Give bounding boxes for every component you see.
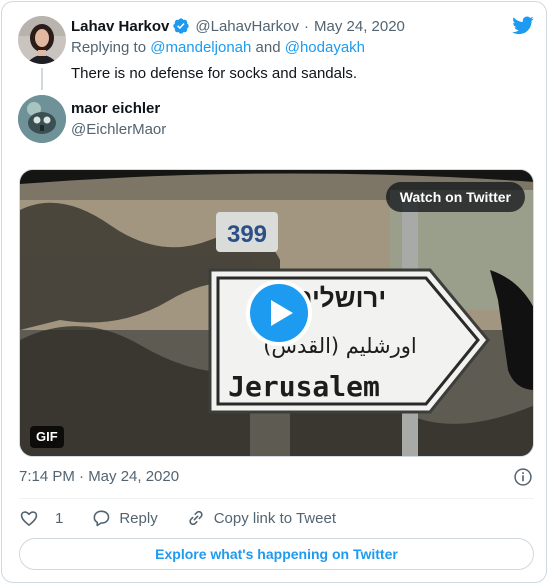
replying-to-line: Replying to @mandeljonah and @hodayakh [71,39,365,56]
tweet-date[interactable]: May 24, 2020 [314,18,405,35]
like-action[interactable]: 1 [19,508,63,528]
link-icon [189,510,203,526]
mention-mandeljonah[interactable]: @mandeljonah [150,39,251,56]
reply-label: Reply [119,509,158,527]
watch-on-twitter-button[interactable]: Watch on Twitter [385,182,525,212]
main-author-handle[interactable]: @EichlerMaor [71,121,166,138]
author-handle[interactable]: @LahavHarkov [195,18,299,35]
mention-hodayakh[interactable]: @hodayakh [285,39,365,56]
road-number-text: 399 [227,221,267,248]
embedded-tweet-card: Lahav Harkov @LahavHarkov · May 24, 2020… [1,1,547,583]
reply-and: and [255,39,281,56]
separator-dot: · [304,17,309,35]
author-name[interactable]: Lahav Harkov [71,18,169,35]
sign-english-text: Jerusalem [228,370,380,403]
avatar-lahav-harkov[interactable] [18,16,66,64]
tweet-actions: 1 Reply Copy link to Tweet [19,507,364,529]
copy-link-label: Copy link to Tweet [213,509,336,527]
verified-badge-icon [173,18,190,34]
explore-twitter-button[interactable]: Explore what's happening on Twitter [19,538,534,570]
heart-icon [20,511,38,526]
play-button[interactable] [246,280,312,346]
main-author-name[interactable]: maor eichler [71,100,160,117]
parent-tweet-text: There is no defense for socks and sandal… [71,65,357,82]
reply-prefix: Replying to [71,39,147,56]
like-count: 1 [55,509,64,527]
gif-badge: GIF [30,426,64,448]
info-icon[interactable] [513,467,533,487]
divider [19,498,534,499]
reply-icon [93,510,110,527]
twitter-bird-icon[interactable] [512,16,534,35]
reply-action[interactable]: Reply [91,508,158,528]
thread-connector-line [41,68,43,90]
copy-link-action[interactable]: Copy link to Tweet [186,508,336,528]
play-icon [271,300,293,326]
parent-tweet-header: Lahav Harkov @LahavHarkov · May 24, 2020 [71,16,405,36]
avatar-maor-eichler[interactable] [18,95,66,143]
tweet-timestamp[interactable]: 7:14 PM · May 24, 2020 [19,468,179,485]
gif-media[interactable]: 399 ירושלים اورشليم (القدس) Jerusalem Wa… [19,169,534,457]
